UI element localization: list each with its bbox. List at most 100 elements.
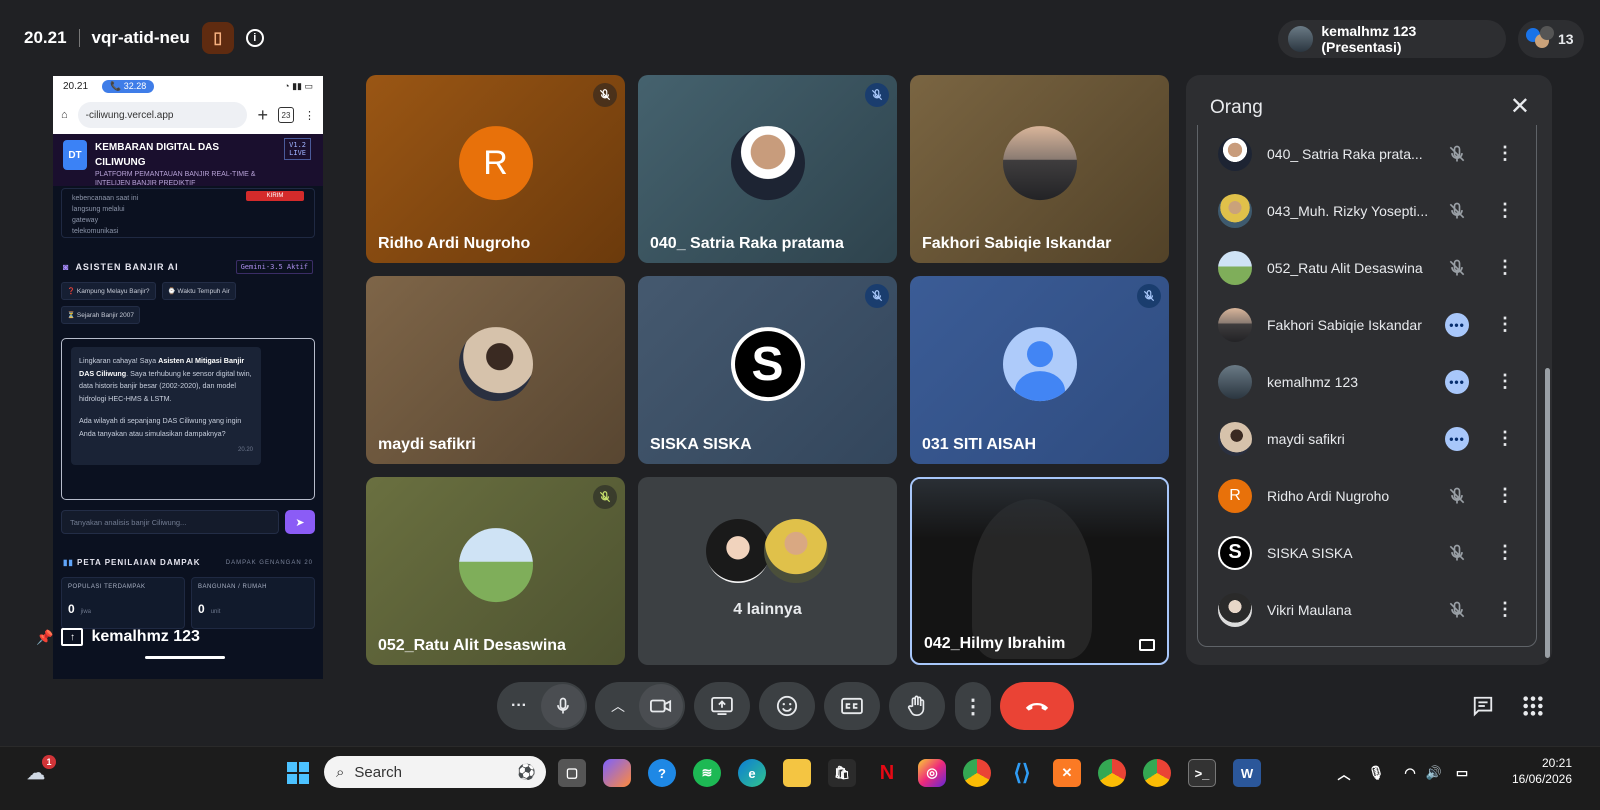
audio-options-icon[interactable]: ··· bbox=[511, 697, 527, 715]
chrome-icon[interactable] bbox=[963, 759, 991, 787]
present-screen-icon bbox=[711, 697, 733, 715]
more-options-icon[interactable]: ⋮ bbox=[1496, 597, 1514, 623]
self-view-tile[interactable]: 042_Hilmy Ibrahim bbox=[910, 477, 1169, 665]
copilot-icon[interactable] bbox=[603, 759, 631, 787]
avatar bbox=[706, 519, 770, 583]
clock-time: 20:21 bbox=[1541, 756, 1572, 770]
participant-tile[interactable]: S SISKA SISKA bbox=[638, 276, 897, 464]
reactions-button[interactable] bbox=[759, 682, 815, 730]
present-screen-button[interactable] bbox=[694, 682, 750, 730]
list-item[interactable]: 052_Ratu Alit Desaswina ⋮ bbox=[1198, 239, 1536, 296]
more-options-icon[interactable]: ⋮ bbox=[1496, 141, 1514, 167]
taskbar-search[interactable]: ⌕ Search ⚽ bbox=[324, 756, 546, 788]
more-options-icon[interactable]: ⋮ bbox=[1496, 426, 1514, 452]
chevron-up-icon[interactable]: ︿ bbox=[611, 696, 625, 716]
battery-icon[interactable]: ▭ bbox=[1448, 759, 1476, 787]
participant-tile[interactable]: Fakhori Sabiqie Iskandar bbox=[910, 75, 1169, 263]
person-name: maydi safikri bbox=[1267, 430, 1345, 447]
mic-off-icon bbox=[865, 83, 889, 107]
volume-icon[interactable]: 🔊 bbox=[1420, 759, 1448, 787]
avatar: S bbox=[730, 327, 805, 402]
leave-call-button[interactable] bbox=[1000, 682, 1074, 730]
netflix-icon[interactable]: N bbox=[873, 759, 901, 787]
suggestion-chip: ❓ Kampung Melayu Banjir? bbox=[61, 282, 156, 300]
call-timer-badge: 📞 32.28 bbox=[102, 79, 155, 93]
task-view-icon[interactable]: ▢ bbox=[558, 759, 586, 787]
person-name: Fakhori Sabiqie Iskandar bbox=[1267, 316, 1422, 333]
more-options-icon[interactable]: ⋮ bbox=[1496, 312, 1514, 338]
camera-button[interactable] bbox=[639, 684, 683, 728]
chat-icon[interactable] bbox=[1472, 695, 1494, 722]
participants-button[interactable]: 13 bbox=[1518, 20, 1584, 58]
chrome-profile-icon[interactable] bbox=[1143, 759, 1171, 787]
file-explorer-icon[interactable] bbox=[783, 759, 811, 787]
mic-button[interactable] bbox=[541, 684, 585, 728]
help-icon[interactable]: ? bbox=[648, 759, 676, 787]
people-list-scrollbar[interactable] bbox=[1545, 368, 1550, 658]
list-item[interactable]: Vikri Maulana ⋮ bbox=[1198, 581, 1536, 638]
captions-button[interactable] bbox=[824, 682, 880, 730]
list-item[interactable]: kemalhmz 123 ••• ⋮ bbox=[1198, 353, 1536, 410]
people-panel: Orang ✕ 040_ Satria Raka prata... ⋮ 043_… bbox=[1186, 75, 1552, 665]
list-item[interactable]: maydi safikri ••• ⋮ bbox=[1198, 410, 1536, 467]
start-icon[interactable] bbox=[284, 759, 312, 787]
participant-tile[interactable]: 031 SITI AISAH bbox=[910, 276, 1169, 464]
mic-icon[interactable]: 🎙 bbox=[1362, 759, 1390, 787]
call-timer: 32.28 bbox=[123, 80, 147, 91]
send-report-button: KIRIM bbox=[246, 191, 304, 201]
people-list: 040_ Satria Raka prata... ⋮ 043_Muh. Riz… bbox=[1197, 125, 1537, 647]
list-item[interactable]: Fakhori Sabiqie Iskandar ••• ⋮ bbox=[1198, 296, 1536, 353]
participant-tile[interactable]: maydi safikri bbox=[366, 276, 625, 464]
stat-card: POPULASI TERDAMPAK 0 jiwa bbox=[61, 577, 185, 629]
more-participants-tile[interactable]: 4 lainnya bbox=[638, 477, 897, 665]
presenting-icon: ↑ bbox=[61, 628, 84, 646]
card-line: gateway bbox=[72, 217, 99, 224]
spotify-icon[interactable]: ≋ bbox=[693, 759, 721, 787]
participant-tile[interactable]: R Ridho Ardi Nugroho bbox=[366, 75, 625, 263]
raise-hand-button[interactable] bbox=[889, 682, 945, 730]
participants-avatars-icon bbox=[1526, 26, 1554, 52]
activities-icon[interactable] bbox=[1522, 695, 1544, 722]
more-options-icon[interactable]: ⋮ bbox=[1496, 255, 1514, 281]
participant-tile[interactable]: 052_Ratu Alit Desaswina bbox=[366, 477, 625, 665]
presenting-indicator[interactable]: kemalhmz 123 (Presentasi) bbox=[1278, 20, 1506, 58]
pin-icon[interactable]: 📌 bbox=[36, 629, 53, 646]
edge-icon[interactable]: e bbox=[738, 759, 766, 787]
list-item[interactable]: S SISKA SISKA ⋮ bbox=[1198, 524, 1536, 581]
more-options-icon[interactable]: ⋮ bbox=[1496, 540, 1514, 566]
more-options-icon[interactable]: ⋮ bbox=[1496, 198, 1514, 224]
impact-title: PETA PENILAIAN DAMPAK bbox=[77, 558, 201, 567]
info-icon[interactable]: i bbox=[245, 29, 264, 47]
terminal-icon[interactable]: >_ bbox=[1188, 759, 1216, 787]
chevron-up-icon[interactable]: ︿ bbox=[1330, 759, 1358, 787]
stat-value: 0 bbox=[68, 602, 75, 616]
mic-off-icon bbox=[1444, 540, 1470, 566]
audio-options-group: ··· bbox=[497, 682, 587, 730]
vscode-icon[interactable]: ⟨⟩ bbox=[1008, 759, 1036, 787]
more-options-icon[interactable]: ⋮ bbox=[955, 682, 991, 730]
chrome-profile-icon[interactable] bbox=[1098, 759, 1126, 787]
instagram-icon[interactable]: ◎ bbox=[918, 759, 946, 787]
meeting-code[interactable]: vqr-atid-neu bbox=[92, 28, 190, 48]
host-controls-icon[interactable]: ▯ bbox=[201, 22, 234, 54]
close-icon[interactable]: ✕ bbox=[1510, 95, 1530, 119]
default-avatar-icon bbox=[1002, 327, 1077, 402]
more-options-icon[interactable]: ⋮ bbox=[1496, 483, 1514, 509]
more-options-icon[interactable]: ⋮ bbox=[1496, 369, 1514, 395]
microsoft-store-icon[interactable]: 🛍 bbox=[828, 759, 856, 787]
xampp-icon[interactable]: ✕ bbox=[1053, 759, 1081, 787]
word-icon[interactable]: W bbox=[1233, 759, 1261, 787]
chat-input: Tanyakan analisis banjir Ciliwung... bbox=[61, 510, 279, 534]
phone-browser-bar: ⌂ -ciliwung.vercel.app + 23 ⋮ bbox=[53, 96, 323, 134]
avatar bbox=[764, 519, 828, 583]
picture-in-picture-icon[interactable] bbox=[1139, 639, 1155, 651]
robot-icon: ◙ bbox=[63, 262, 70, 272]
version-text: V1.2 bbox=[289, 141, 306, 149]
system-clock[interactable]: 20:21 16/06/2026 bbox=[1512, 755, 1572, 787]
weather-widget-icon[interactable]: ☁ 1 bbox=[22, 755, 56, 787]
list-item[interactable]: 043_Muh. Rizky Yosepti... ⋮ bbox=[1198, 182, 1536, 239]
participant-tile[interactable]: 040_ Satria Raka pratama bbox=[638, 75, 897, 263]
list-item[interactable]: R Ridho Ardi Nugroho ⋮ bbox=[1198, 467, 1536, 524]
person-name: 040_ Satria Raka prata... bbox=[1267, 145, 1423, 162]
list-item[interactable]: 040_ Satria Raka prata... ⋮ bbox=[1198, 125, 1536, 182]
